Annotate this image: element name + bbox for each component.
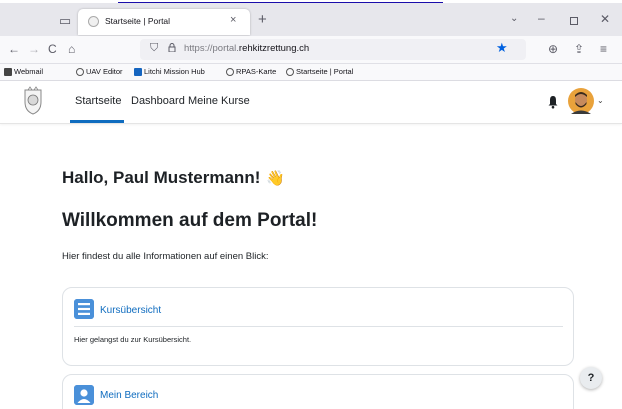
globe-icon xyxy=(286,67,294,76)
bookmark-webmail[interactable]: Webmail xyxy=(4,67,43,76)
account-icon[interactable]: ⊕ xyxy=(548,42,558,56)
lock-icon[interactable] xyxy=(168,43,176,52)
home-icon[interactable]: ⌂ xyxy=(68,42,75,56)
bookmark-rpas-karte[interactable]: RPAS-Karte xyxy=(226,67,276,76)
browser-tab-bar: ▭ Startseite | Portal × + ⌄ – ✕ xyxy=(0,3,622,36)
mail-icon xyxy=(4,67,12,76)
bookmark-startseite-portal[interactable]: Startseite | Portal xyxy=(286,67,353,76)
bookmark-label: Webmail xyxy=(14,67,44,76)
welcome-heading: Willkommen auf dem Portal! xyxy=(62,210,318,231)
globe-icon xyxy=(76,67,84,76)
card-title-mein-bereich[interactable]: Mein Bereich xyxy=(100,390,158,401)
bookmark-label: UAV Editor xyxy=(86,67,123,76)
nav-active-indicator xyxy=(70,120,124,123)
bookmark-label: RPAS-Karte xyxy=(236,67,277,76)
globe-icon xyxy=(226,67,234,76)
url-domain: rehkitzrettung.ch xyxy=(238,43,310,54)
my-area-card[interactable]: Mein Bereich xyxy=(62,374,574,409)
greeting-text: Hallo, Paul Mustermann! xyxy=(62,168,261,187)
course-overview-card[interactable]: Kursübersicht Hier gelangst du zur Kursü… xyxy=(62,287,574,366)
new-tab-icon[interactable]: + xyxy=(258,12,267,28)
share-icon[interactable]: ⇪ xyxy=(574,42,584,56)
url-prefix: https://portal. xyxy=(184,43,239,54)
browser-navigation-bar: ← → C ⌂ ⛉ https://portal.rehkitzrettung.… xyxy=(0,36,622,64)
help-button[interactable]: ? xyxy=(580,367,602,389)
tracking-shield-icon[interactable]: ⛉ xyxy=(150,42,158,55)
site-logo-icon[interactable] xyxy=(22,86,44,116)
intro-text: Hier findest du alle Informationen auf e… xyxy=(62,251,269,262)
url-bar[interactable]: ⛉ https://portal.rehkitzrettung.ch ★ xyxy=(140,39,526,60)
card-title-kursuebersicht[interactable]: Kursübersicht xyxy=(100,305,161,316)
browser-tab-active[interactable]: Startseite | Portal × xyxy=(78,9,250,35)
maximize-icon[interactable] xyxy=(570,17,578,25)
bookmark-litchi-mission-hub[interactable]: Litchi Mission Hub xyxy=(134,67,205,76)
nav-startseite[interactable]: Startseite xyxy=(75,95,121,107)
litchi-icon xyxy=(134,67,142,76)
nav-meine-kurse[interactable]: Meine Kurse xyxy=(188,95,250,107)
tab-list-chevron-icon[interactable]: ⌄ xyxy=(510,13,518,24)
tab-favicon-icon xyxy=(88,16,99,27)
list-icon xyxy=(74,299,94,319)
tab-close-icon[interactable]: × xyxy=(230,14,236,26)
site-header: Startseite Dashboard Meine Kurse ⌄ xyxy=(0,81,622,124)
bookmark-label: Startseite | Portal xyxy=(296,67,354,76)
forward-arrow-icon[interactable]: → xyxy=(28,42,40,56)
tab-overview-icon[interactable]: ▭ xyxy=(56,13,74,29)
card-description: Hier gelangst du zur Kursübersicht. xyxy=(74,335,192,344)
user-icon xyxy=(74,385,94,405)
url-text[interactable]: https://portal.rehkitzrettung.ch xyxy=(184,43,309,54)
bookmark-label: Litchi Mission Hub xyxy=(144,67,205,76)
bookmark-star-icon[interactable]: ★ xyxy=(496,40,508,56)
waving-hand-icon: 👋 xyxy=(266,170,286,187)
reload-icon[interactable]: C xyxy=(48,42,57,56)
minimize-icon[interactable]: – xyxy=(538,11,545,25)
nav-dashboard[interactable]: Dashboard xyxy=(131,95,185,107)
greeting-heading: Hallo, Paul Mustermann! 👋 xyxy=(62,168,285,188)
app-menu-icon[interactable]: ≡ xyxy=(600,42,607,56)
bookmark-uav-editor[interactable]: UAV Editor xyxy=(76,67,123,76)
back-arrow-icon[interactable]: ← xyxy=(8,42,20,56)
window-close-icon[interactable]: ✕ xyxy=(600,12,610,26)
notification-bell-icon[interactable] xyxy=(547,95,559,109)
bookmarks-bar: Webmail UAV Editor Litchi Mission Hub RP… xyxy=(0,64,622,81)
card-divider xyxy=(74,326,563,327)
tab-title: Startseite | Portal xyxy=(105,16,171,26)
user-avatar[interactable] xyxy=(568,88,594,114)
user-menu-chevron-icon[interactable]: ⌄ xyxy=(597,96,604,105)
